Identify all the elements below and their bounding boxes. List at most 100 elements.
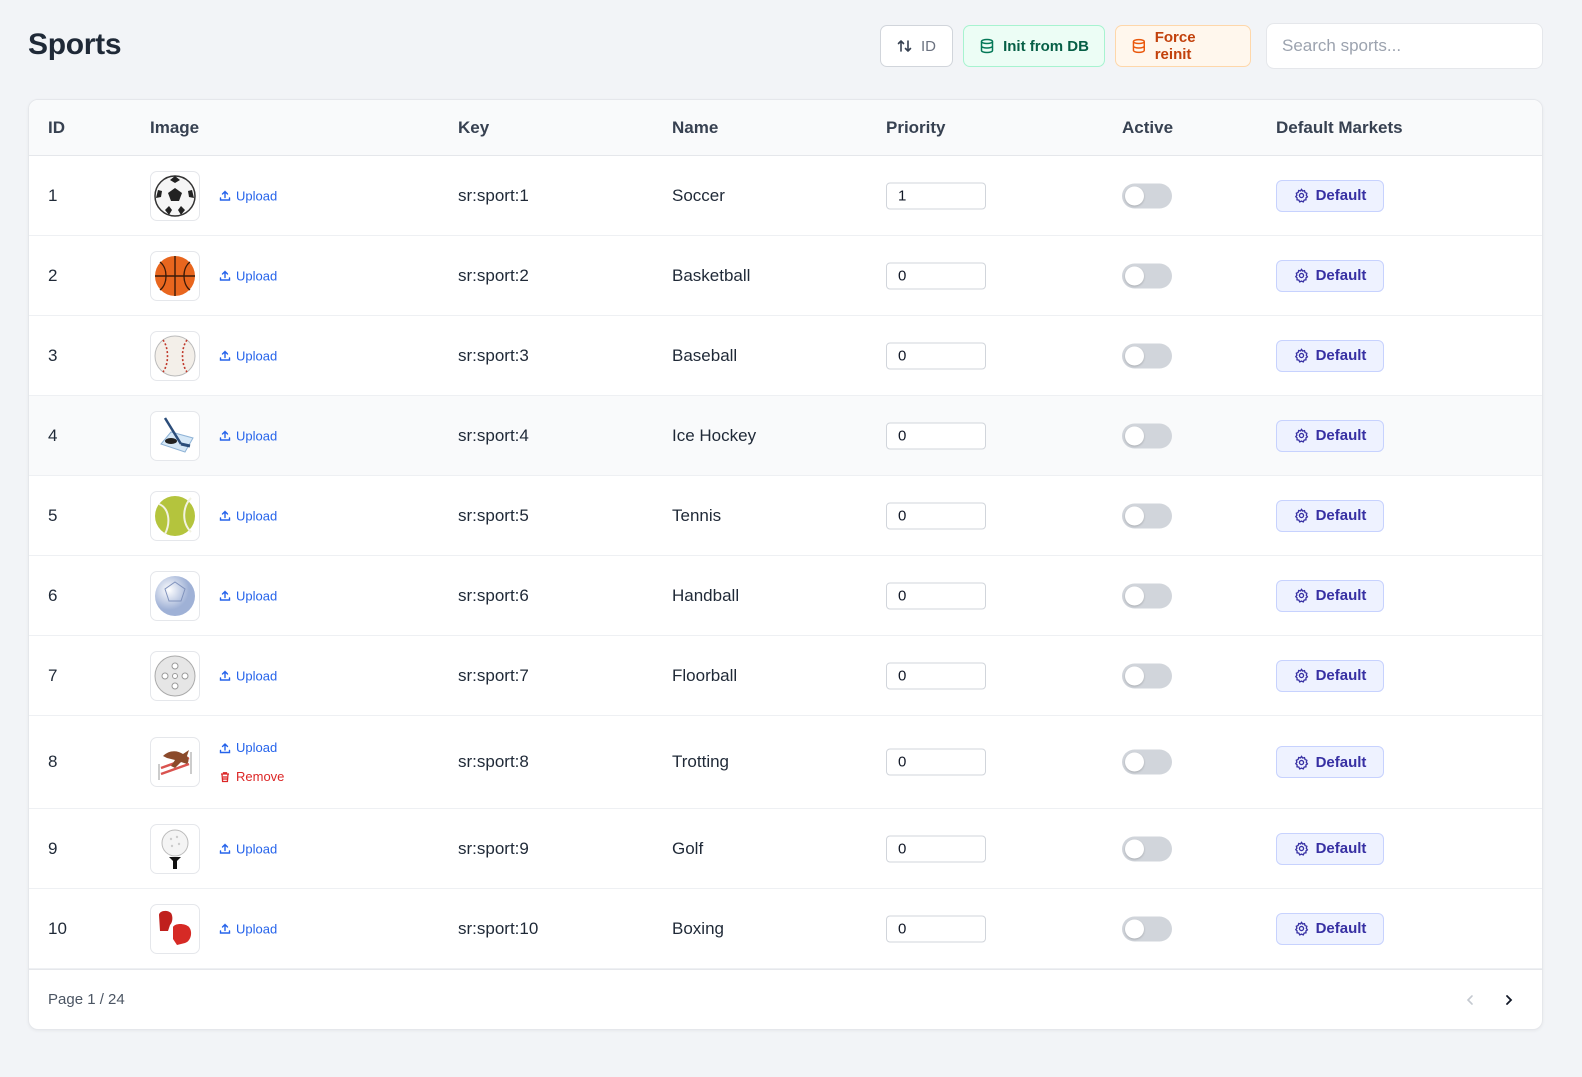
database-icon — [1132, 38, 1145, 54]
image-actions: Upload — [219, 188, 277, 203]
default-markets-button[interactable]: Default — [1276, 659, 1384, 692]
active-toggle[interactable] — [1122, 916, 1172, 941]
row-key: sr:sport:1 — [458, 185, 529, 205]
toolbar: ID Init from DB Force reinit — [880, 23, 1543, 69]
row-name: Baseball — [672, 345, 738, 365]
upload-button[interactable]: Upload — [219, 668, 277, 683]
gear-icon — [1294, 348, 1308, 363]
upload-label: Upload — [236, 268, 278, 283]
default-markets-button[interactable]: Default — [1276, 179, 1384, 212]
priority-input[interactable] — [886, 342, 986, 369]
sort-button[interactable]: ID — [880, 25, 953, 67]
table-row: 4 Upload sr:sport:4 Ice Hockey Default — [29, 396, 1542, 476]
default-markets-button[interactable]: Default — [1276, 339, 1384, 372]
active-toggle[interactable] — [1122, 503, 1172, 528]
gear-icon — [1294, 754, 1308, 770]
upload-button[interactable]: Upload — [219, 428, 277, 443]
priority-input[interactable] — [886, 182, 986, 209]
default-markets-button[interactable]: Default — [1276, 579, 1384, 612]
active-toggle[interactable] — [1122, 423, 1172, 448]
row-id: 6 — [48, 585, 58, 605]
default-label: Default — [1315, 267, 1367, 284]
default-markets-button[interactable]: Default — [1276, 832, 1384, 865]
row-key: sr:sport:5 — [458, 505, 529, 525]
gear-icon — [1294, 268, 1308, 283]
row-key: sr:sport:2 — [458, 265, 529, 285]
default-markets-button[interactable]: Default — [1276, 419, 1384, 452]
row-key: sr:sport:3 — [458, 345, 529, 365]
priority-input[interactable] — [886, 835, 986, 862]
image-actions: Upload — [219, 921, 277, 936]
upload-button[interactable]: Upload — [219, 268, 277, 283]
row-key: sr:sport:8 — [458, 752, 529, 771]
gear-icon — [1294, 841, 1308, 856]
upload-icon — [219, 510, 231, 521]
priority-input[interactable] — [886, 582, 986, 609]
upload-button[interactable]: Upload — [219, 921, 277, 936]
sport-image — [150, 570, 200, 621]
row-id: 5 — [48, 505, 58, 525]
active-toggle[interactable] — [1122, 263, 1172, 288]
sport-image — [150, 490, 200, 541]
upload-label: Upload — [236, 841, 278, 856]
init-label: Init from DB — [1003, 37, 1089, 55]
table-row: 3 Upload sr:sport:3 Baseball Default — [29, 316, 1542, 396]
sport-image — [150, 650, 200, 701]
image-actions: Upload — [219, 268, 277, 283]
upload-button[interactable]: Upload — [219, 508, 277, 523]
chevron-left-icon — [1466, 995, 1473, 1005]
priority-input[interactable] — [886, 262, 986, 289]
sort-label: ID — [921, 37, 936, 55]
header-image: Image — [150, 118, 200, 137]
active-toggle[interactable] — [1122, 343, 1172, 368]
table-row: 8 Upload Remove sr:sport:8 Trotting Default — [29, 716, 1542, 809]
force-reinit-button[interactable]: Force reinit — [1115, 25, 1251, 67]
pagination: Page 1 / 24 — [29, 969, 1542, 1029]
sport-image — [150, 330, 200, 381]
next-page-button[interactable] — [1497, 988, 1521, 1012]
default-markets-button[interactable]: Default — [1276, 499, 1384, 532]
active-toggle[interactable] — [1122, 663, 1172, 688]
sport-image — [150, 410, 200, 461]
upload-button[interactable]: Upload — [219, 348, 277, 363]
row-name: Golf — [672, 838, 704, 858]
table-row: 6 Upload sr:sport:6 Handball Default — [29, 556, 1542, 636]
upload-button[interactable]: Upload — [219, 740, 284, 755]
default-markets-button[interactable]: Default — [1276, 912, 1384, 945]
active-toggle[interactable] — [1122, 583, 1172, 608]
init-from-db-button[interactable]: Init from DB — [963, 25, 1105, 67]
sports-table: ID Image Key Name Priority Active Defaul… — [28, 99, 1543, 1030]
upload-label: Upload — [236, 508, 278, 523]
upload-icon — [219, 430, 231, 441]
prev-page-button[interactable] — [1458, 988, 1482, 1012]
active-toggle[interactable] — [1122, 836, 1172, 861]
default-label: Default — [1315, 587, 1367, 604]
upload-button[interactable]: Upload — [219, 841, 277, 856]
priority-input[interactable] — [886, 915, 986, 942]
chevron-right-icon — [1506, 995, 1513, 1005]
page-info: Page 1 / 24 — [48, 991, 125, 1008]
priority-input[interactable] — [886, 662, 986, 689]
trash-icon — [221, 771, 229, 782]
upload-button[interactable]: Upload — [219, 588, 277, 603]
upload-label: Upload — [236, 921, 278, 936]
priority-input[interactable] — [886, 748, 986, 776]
active-toggle[interactable] — [1122, 183, 1172, 208]
priority-input[interactable] — [886, 422, 986, 449]
default-markets-button[interactable]: Default — [1276, 746, 1384, 778]
default-label: Default — [1315, 347, 1367, 364]
search-input[interactable] — [1266, 23, 1543, 69]
row-key: sr:sport:4 — [458, 425, 529, 445]
active-toggle[interactable] — [1122, 749, 1172, 775]
sport-image — [150, 737, 200, 787]
baseball-icon — [153, 334, 197, 378]
table-row: 9 Upload sr:sport:9 Golf Default — [29, 809, 1542, 889]
remove-button[interactable]: Remove — [219, 769, 284, 784]
upload-button[interactable]: Upload — [219, 188, 277, 203]
header-active: Active — [1122, 118, 1174, 137]
priority-input[interactable] — [886, 502, 986, 529]
handball-icon — [153, 574, 197, 618]
upload-label: Upload — [236, 740, 278, 755]
default-markets-button[interactable]: Default — [1276, 259, 1384, 292]
gear-icon — [1294, 188, 1308, 203]
